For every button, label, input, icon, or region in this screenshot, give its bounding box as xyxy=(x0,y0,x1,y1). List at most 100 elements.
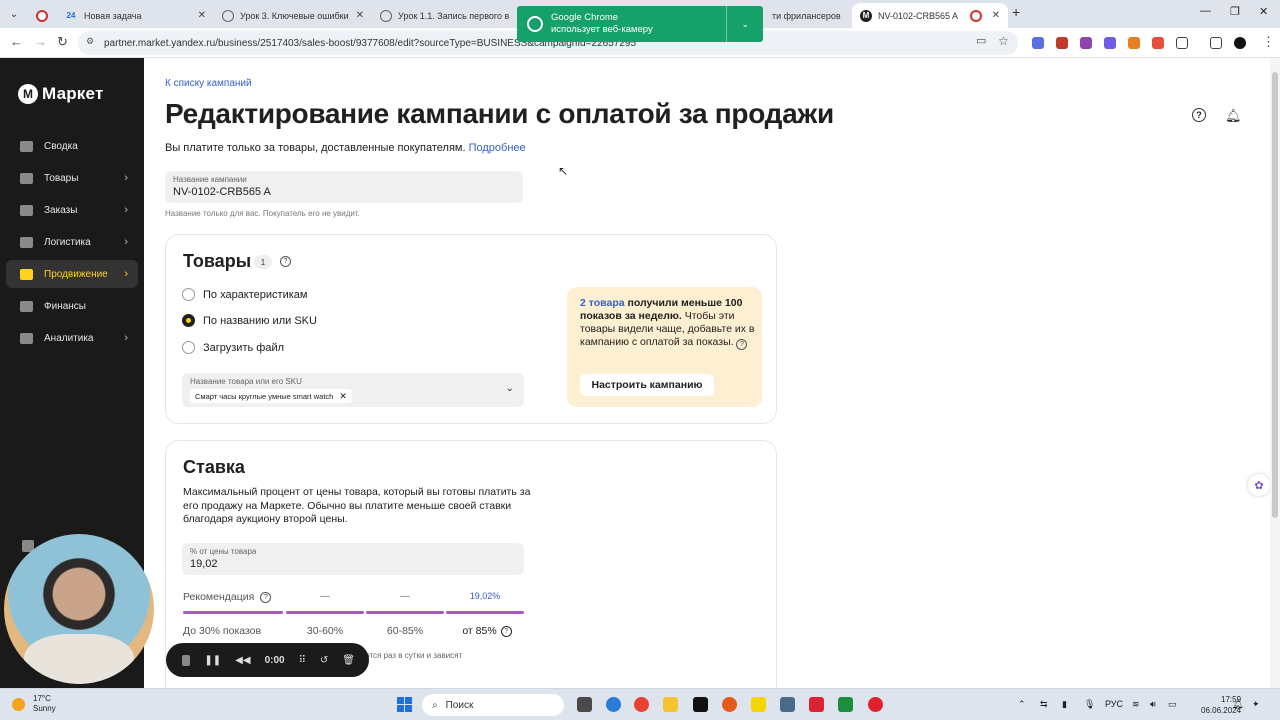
telegram-icon[interactable] xyxy=(606,697,621,712)
sidebar-item-logistics[interactable]: Логистика › xyxy=(6,228,138,256)
extension-icon[interactable] xyxy=(1152,37,1164,49)
extension-icon[interactable] xyxy=(1104,37,1116,49)
trash-icon[interactable]: 🗑︎ xyxy=(342,655,355,666)
language-indicator[interactable]: РУС xyxy=(1105,699,1123,709)
restore-icon[interactable]: ❐ xyxy=(1230,5,1240,18)
restart-icon[interactable]: ↺ xyxy=(320,655,328,666)
extension-icon[interactable] xyxy=(1032,37,1044,49)
camera-notification[interactable]: Google Chrome использует веб-камеру ⌄ xyxy=(517,6,763,42)
breadcrumb-back-link[interactable]: К списку кампаний xyxy=(165,78,252,89)
pause-icon[interactable]: ❚❚ xyxy=(204,655,221,666)
assistant-icon[interactable]: ✿ xyxy=(1248,474,1270,496)
taskbar-search[interactable]: ⌕ Поиск xyxy=(422,694,564,716)
close-icon[interactable]: ✕ xyxy=(198,10,206,21)
window-close-icon[interactable]: ✕ xyxy=(1259,5,1268,18)
wifi-icon[interactable]: ≋ xyxy=(1132,699,1140,710)
question-icon[interactable]: ? xyxy=(500,625,512,637)
menu-dots-icon[interactable]: ⋮ xyxy=(1262,34,1275,50)
sticky-notes-icon[interactable] xyxy=(751,697,766,712)
extension-icon[interactable] xyxy=(1128,37,1140,49)
volume-icon[interactable]: 🔊︎ xyxy=(1150,699,1156,710)
sidebar-item-analytics[interactable]: Аналитика › xyxy=(6,324,138,352)
radio-by-attributes[interactable]: По характеристикам xyxy=(182,288,307,301)
radio-by-name-sku[interactable]: По названию или SKU xyxy=(182,314,317,327)
microphone-icon[interactable]: 🎙︎ xyxy=(1084,699,1095,710)
app-icon[interactable] xyxy=(809,697,824,712)
stop-record-button[interactable] xyxy=(182,654,191,666)
file-explorer-icon[interactable] xyxy=(663,697,678,712)
forward-icon[interactable]: → xyxy=(34,34,47,49)
scrollbar[interactable] xyxy=(1270,58,1280,688)
globe-icon xyxy=(222,9,234,22)
products-count-link[interactable]: 2 товара xyxy=(580,297,625,309)
start-button[interactable] xyxy=(397,697,412,712)
calculator-icon[interactable] xyxy=(780,697,795,712)
promotion-icon xyxy=(20,268,33,280)
configure-campaign-button[interactable]: Настроить кампанию xyxy=(580,374,714,396)
chevron-down-icon[interactable]: ⌄ xyxy=(506,383,514,394)
back-icon[interactable]: ← xyxy=(10,34,23,49)
tab-lesson-3[interactable]: Урок 3. Ключевые ошибки пр ✕ xyxy=(214,3,372,28)
record-icon xyxy=(969,9,982,22)
bookmark-star-icon[interactable]: ☆ xyxy=(998,34,1009,48)
tray-icon[interactable]: ▮ xyxy=(1062,699,1067,710)
sidebar-item-products[interactable]: Товары › xyxy=(6,164,138,192)
chevron-up-icon[interactable]: ⌃ xyxy=(1018,699,1026,710)
radio-upload-file[interactable]: Загрузить файл xyxy=(182,341,284,354)
camera-icon[interactable]: ▭ xyxy=(976,34,986,47)
new-tab-icon[interactable]: + xyxy=(1012,4,1020,20)
campaign-name-field[interactable]: Название кампании NV-0102-CRB565 A xyxy=(165,171,523,203)
help-icon[interactable]: ? xyxy=(1192,108,1206,122)
grid-icon[interactable]: ⠿ xyxy=(299,655,306,666)
excel-icon[interactable] xyxy=(838,697,853,712)
more-info-link[interactable]: Подробнее xyxy=(469,142,526,154)
task-view-icon[interactable] xyxy=(577,697,592,712)
reading-list-icon[interactable] xyxy=(1210,37,1222,49)
rec-value-highlighted[interactable]: 19,02% xyxy=(446,591,524,601)
minimize-icon[interactable]: — xyxy=(1200,5,1211,17)
market-logo[interactable]: M Маркет xyxy=(18,84,103,104)
close-icon[interactable]: ✕ xyxy=(356,10,364,21)
battery-icon[interactable]: ▭ xyxy=(1168,699,1177,710)
close-icon[interactable]: ✕ xyxy=(992,10,1000,21)
question-icon[interactable]: ? xyxy=(280,256,291,267)
chevron-down-icon[interactable]: ⌄ xyxy=(741,19,749,30)
tier-label: 30-60% xyxy=(306,625,344,637)
site-settings-icon[interactable]: ⚙ xyxy=(86,36,94,47)
sidebar-item-finance[interactable]: Финансы xyxy=(6,292,138,320)
tier-label-top: от 85% ? xyxy=(446,625,524,637)
weather-widget[interactable]: 17°C Sunny xyxy=(12,694,56,714)
extension-icon[interactable] xyxy=(1056,37,1068,49)
chrome-icon[interactable] xyxy=(634,697,649,712)
extensions-puzzle-icon[interactable] xyxy=(1176,37,1188,49)
product-select[interactable]: Название товара или его SKU Смарт часы к… xyxy=(182,373,524,407)
notifications-icon[interactable]: 🔔︎ xyxy=(1232,699,1243,710)
notion-icon[interactable] xyxy=(693,697,708,712)
bid-percent-input[interactable]: % от цены товара 19,02 xyxy=(182,543,524,575)
tab-recording[interactable] xyxy=(28,3,56,28)
yandex-browser-icon[interactable] xyxy=(722,697,737,712)
bell-icon[interactable]: 🔔︎ xyxy=(1225,108,1242,124)
tab-lesson-1-1[interactable]: Урок 1.1. Запись первого веб xyxy=(372,3,517,28)
reload-icon[interactable]: ↻ xyxy=(57,34,68,50)
tab-campaign[interactable]: M NV-0102-CRB565 A ✕ xyxy=(852,3,1008,28)
orders-icon xyxy=(20,204,33,216)
sidebar-item-orders[interactable]: Заказы › xyxy=(6,196,138,224)
scroll-thumb[interactable] xyxy=(1272,72,1278,518)
popup-title: Google Chrome xyxy=(551,12,619,23)
extension-icon[interactable] xyxy=(1080,37,1092,49)
webcam-preview xyxy=(4,534,154,684)
tab-search-icon[interactable]: ⌄ xyxy=(4,4,24,24)
sidebar-item-summary[interactable]: Сводка xyxy=(6,132,138,160)
tray-icon[interactable]: ⇆ xyxy=(1040,699,1048,710)
question-icon[interactable]: ? xyxy=(260,591,272,603)
remove-chip-icon[interactable]: ✕ xyxy=(339,391,347,402)
tab-new-task[interactable]: 24 Новая задача ✕ xyxy=(56,3,214,28)
question-icon[interactable]: ? xyxy=(736,339,748,350)
record-app-icon[interactable] xyxy=(868,697,883,712)
sidebar-item-promotion[interactable]: Продвижение › xyxy=(6,260,138,288)
tab-freelancers[interactable]: ти фрилансеров xyxy=(764,3,852,28)
rewind-icon[interactable]: ◀◀ xyxy=(235,655,250,666)
profile-icon[interactable] xyxy=(1234,37,1246,49)
copilot-icon[interactable]: ✦ xyxy=(1252,699,1260,710)
